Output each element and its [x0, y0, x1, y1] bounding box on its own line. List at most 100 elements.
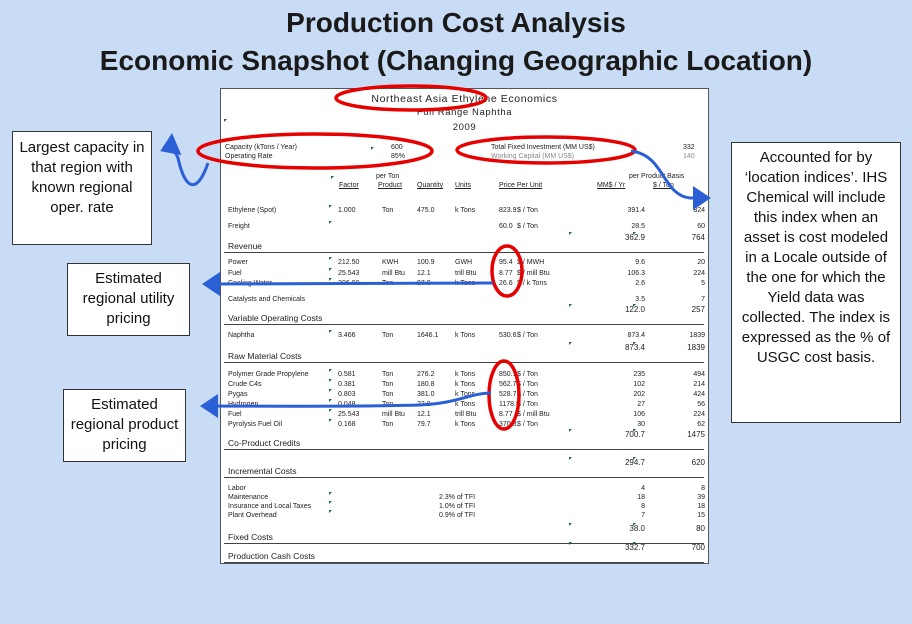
- fixed-costs-row-per-ton: 80: [696, 524, 705, 533]
- fuel-credit-row-mm: 106: [633, 411, 645, 418]
- cell-marker: [633, 542, 636, 545]
- insurance-row-per-ton: 18: [697, 503, 705, 510]
- plant-overhead-row-mm: 7: [641, 512, 645, 519]
- revenue-row-per-ton: 764: [691, 233, 705, 242]
- cell-marker: [329, 399, 332, 402]
- propylene-row-units: k Tons: [455, 371, 476, 378]
- freight-row-label: Freight: [228, 223, 250, 230]
- fuel-credit-row-label: Fuel: [228, 411, 242, 418]
- ethylene-row-quantity: 475.0: [417, 207, 435, 214]
- tfi-label: Total Fixed Investment (MM US$): [491, 144, 595, 151]
- fuel-credit-row-price: 8.77: [499, 411, 513, 418]
- hydrogen-row-mm: 27: [637, 401, 645, 408]
- naphtha-row-mm: 873.4: [627, 332, 645, 339]
- fuel-credit-row-price-unit: $ / mill Btu: [517, 411, 550, 418]
- propylene-row-per-ton: 494: [693, 371, 705, 378]
- cell-marker: [633, 304, 636, 307]
- labor-row-per-ton: 8: [701, 485, 705, 492]
- ethylene-row-factor: 1.000: [338, 207, 356, 214]
- ethylene-row-mm: 391.4: [627, 207, 645, 214]
- naphtha-row-units: k Tons: [455, 332, 476, 339]
- col-per-ton: per Ton: [376, 173, 400, 180]
- pyrolysis-fuel-oil-row-mm: 30: [637, 421, 645, 428]
- operating-rate-label: Operating Rate: [225, 153, 273, 160]
- cooling-water-row-price-unit: $ / k Tons: [517, 280, 547, 287]
- crude-c4s-row-quantity: 180.8: [417, 381, 435, 388]
- catalysts-row-mm: 3.5: [635, 296, 645, 303]
- propylene-row-mm: 235: [633, 371, 645, 378]
- crude-c4s-row-units: k Tons: [455, 381, 476, 388]
- cell-marker: [569, 523, 572, 526]
- sheet-year: 2009: [452, 122, 477, 133]
- raw-material-row-mm: 873.4: [624, 343, 645, 352]
- coproduct-credits-row-label: Co-Product Credits: [228, 438, 301, 448]
- ethylene-row-price: 823.9: [499, 207, 517, 214]
- incremental-costs-row-label: Incremental Costs: [228, 466, 297, 476]
- cooling-water-row-price: 26.6: [499, 280, 513, 287]
- cell-marker: [329, 278, 332, 281]
- col-factor: Factor: [339, 182, 359, 189]
- production-cash-costs-row-label: Production Cash Costs: [228, 551, 315, 561]
- cooling-water-row-product: Ton: [382, 280, 394, 287]
- capacity-value: 600: [391, 144, 403, 151]
- revenue-row-label: Revenue: [228, 241, 263, 251]
- fuel-credit-row-product: mill Btu: [382, 411, 405, 418]
- revenue-row-mm: 362.9: [624, 233, 645, 242]
- plant-overhead-row-label: Plant Overhead: [228, 512, 277, 519]
- slide-title-line1: Production Cost Analysis: [286, 7, 626, 38]
- pygas-row-price-unit: $ / Ton: [517, 391, 538, 398]
- pygas-row-product: Ton: [382, 391, 394, 398]
- fuel-row-mm: 106.3: [627, 270, 645, 277]
- propylene-row-quantity: 276.2: [417, 371, 435, 378]
- crude-c4s-row-label: Crude C4s: [228, 381, 262, 388]
- freight-row-price: 60.0: [499, 223, 513, 230]
- cell-marker: [329, 510, 332, 513]
- naphtha-row-product: Ton: [382, 332, 394, 339]
- cell-marker: [569, 304, 572, 307]
- operating-rate-value: 85%: [391, 153, 406, 160]
- cell-marker: [224, 119, 227, 122]
- row-rule: [224, 449, 704, 450]
- row-rule: [224, 362, 704, 363]
- cooling-water-row-mm: 2.6: [635, 280, 645, 287]
- row-rule: [224, 562, 704, 563]
- freight-row-per-ton: 60: [697, 223, 705, 230]
- hydrogen-row-product: Ton: [382, 401, 394, 408]
- cooling-water-row-label: Cooling Water: [228, 280, 273, 287]
- cell-marker: [569, 232, 572, 235]
- propylene-row-product: Ton: [382, 371, 394, 378]
- naphtha-row-quantity: 1646.1: [417, 332, 439, 339]
- labor-row-label: Labor: [228, 485, 246, 492]
- power-row-product: KWH: [382, 259, 399, 266]
- power-row-quantity: 100.9: [417, 259, 435, 266]
- cell-marker: [329, 409, 332, 412]
- power-row-label: Power: [228, 259, 248, 266]
- fuel-row-per-ton: 224: [693, 270, 705, 277]
- maintenance-row-label: Maintenance: [228, 494, 269, 501]
- pyrolysis-fuel-oil-row-label: Pyrolysis Fuel Oil: [228, 421, 283, 428]
- crude-c4s-row-product: Ton: [382, 381, 394, 388]
- fuel-row-price: 8.77: [499, 270, 513, 277]
- fuel-row-label: Fuel: [228, 270, 242, 277]
- catalysts-row-label: Catalysts and Chemicals: [228, 296, 306, 303]
- pygas-row-units: k Tons: [455, 391, 476, 398]
- fuel-row-quantity: 12.1: [417, 270, 431, 277]
- cell-marker: [569, 542, 572, 545]
- production-cash-costs-row-per-ton: 700: [691, 543, 705, 552]
- cell-marker: [329, 221, 332, 224]
- naphtha-row-factor: 3.466: [338, 332, 356, 339]
- pygas-row-quantity: 381.0: [417, 391, 435, 398]
- cell-marker: [329, 501, 332, 504]
- ethylene-row-label: Ethylene (Spot): [228, 207, 277, 214]
- hydrogen-row-quantity: 22.9: [417, 401, 431, 408]
- ethylene-row-per-ton: 824: [693, 207, 705, 214]
- pygas-row-price: 528.7: [499, 391, 517, 398]
- cell-marker: [633, 523, 636, 526]
- maintenance-row-mm: 18: [637, 494, 645, 501]
- row-rule: [224, 477, 704, 478]
- col-mm-yr: MM$ / Yr: [597, 182, 626, 189]
- naphtha-row-price: 530.6: [499, 332, 517, 339]
- variable-costs-row-label: Variable Operating Costs: [228, 313, 323, 323]
- naphtha-row-price-unit: $ / Ton: [517, 332, 538, 339]
- plant-overhead-row-per-ton: 15: [697, 512, 705, 519]
